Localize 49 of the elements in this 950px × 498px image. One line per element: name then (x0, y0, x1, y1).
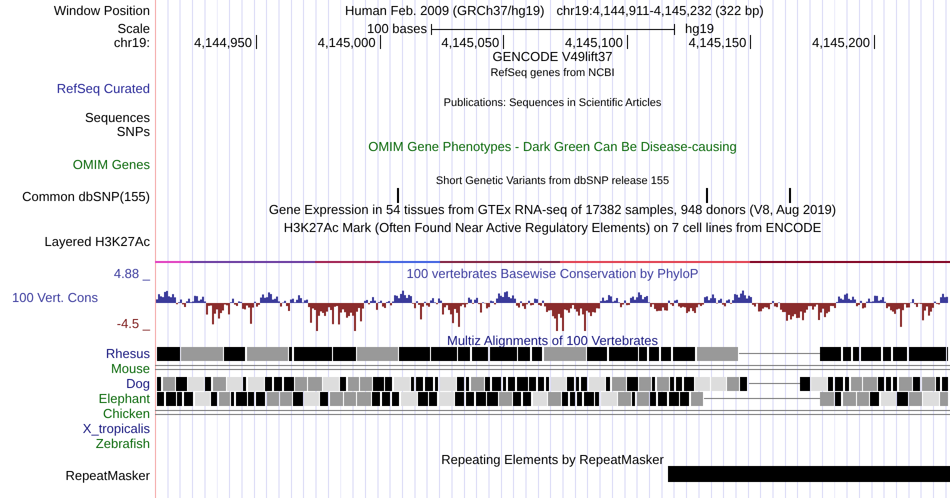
track-title: OMIM Gene Phenotypes - Dark Green Can Be Disease-causing (368, 140, 737, 154)
track-label[interactable]: RefSeq Curated (56, 82, 150, 96)
track-label[interactable]: Zebrafish (96, 437, 150, 451)
ruler-label: 4,145,150 (688, 36, 746, 50)
track-title: Short Genetic Variants from dbSNP release 155 (436, 175, 670, 188)
ruler-label: 4,145,100 (564, 36, 623, 50)
position-text: chr19:4,144,911-4,145,232 (322 bp) (556, 4, 764, 18)
track-label[interactable]: RepeatMasker (65, 469, 150, 483)
ruler-tick (874, 35, 875, 49)
track-title: H3K27Ac Mark (Often Found Near Active Regulatory Elements) on 7 cell lines from ENCODE (284, 221, 822, 235)
ruler-tick (750, 35, 752, 49)
ruler-tick (256, 35, 257, 49)
track-title: RefSeq genes from NCBI (490, 67, 615, 80)
ruler-label: 4,145,200 (812, 36, 870, 50)
track-label[interactable]: Common dbSNP(155) (22, 190, 150, 204)
track-title: Gene Expression in 54 tissues from GTEx RNA-seq of 17382 samples, 948 donors (V8, Aug 2019) (268, 203, 836, 217)
track-title: Repeating Elements by RepeatMasker (441, 453, 664, 467)
track-label[interactable]: X_tropicalis (82, 422, 150, 436)
ruler-label: 4,145,050 (441, 36, 500, 50)
track-title: Multiz Alignments of 100 Vertebrates (446, 334, 658, 348)
track-label[interactable]: SNPs (116, 125, 150, 139)
assembly-title: Human Feb. 2009 (GRCh37/hg19) (345, 4, 544, 18)
track-label[interactable]: Chicken (103, 407, 150, 421)
field-label: Window Position (54, 4, 150, 18)
track-label[interactable]: Layered H3K27Ac (44, 235, 150, 249)
track-label[interactable]: Elephant (98, 392, 150, 406)
track-title: GENCODE V49lift37 (492, 50, 612, 64)
track-title: 100 vertebrates Basewise Conservation by PhyloP (406, 267, 698, 281)
axis-label: 4.88 _ (114, 267, 150, 281)
field-label: chr19: (114, 36, 150, 50)
track-label[interactable]: Mouse (110, 362, 150, 376)
axis-label: -4.5 _ (116, 317, 150, 331)
track-title: Publications: Sequences in Scientific Articles (444, 97, 662, 110)
track-label[interactable]: Sequences (84, 111, 150, 125)
snp-mark (789, 188, 791, 203)
scale-text: hg19 (685, 22, 714, 36)
ruler-label: 4,145,000 (318, 36, 376, 50)
field-label: Scale (117, 22, 150, 36)
track-label[interactable]: Dog (126, 377, 150, 391)
track-label[interactable]: 100 Vert. Cons (12, 291, 98, 305)
ruler-tick (626, 35, 628, 49)
track-label[interactable]: Rhesus (106, 347, 150, 361)
ruler-tick (503, 35, 504, 49)
scale-text: 100 bases (367, 22, 427, 36)
ruler-tick (380, 35, 381, 49)
ruler-label: 4,144,950 (194, 36, 252, 50)
snp-mark (397, 188, 399, 203)
snp-mark (706, 188, 708, 203)
track-label[interactable]: OMIM Genes (72, 158, 150, 172)
